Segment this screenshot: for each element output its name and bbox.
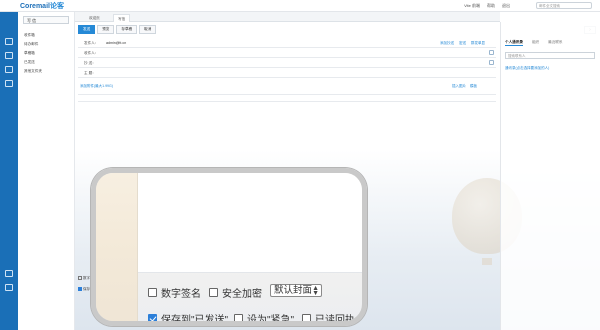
cancel-button[interactable]: 取消 — [139, 25, 157, 34]
compose-toolbar: 发送 预览 存草稿 取消 — [78, 25, 157, 34]
mail-icon[interactable] — [5, 38, 13, 45]
nav-item-sent[interactable]: 已发送 — [24, 60, 35, 65]
contacts-hint: 通讯录(点击选择要添加的人) — [505, 66, 550, 70]
save-to-sent-option[interactable]: 保存到"已发送" — [148, 311, 228, 321]
read-receipt-option[interactable]: 已读回执 — [302, 311, 355, 321]
magnified-options-callout: 数字签名 安全加密 默认封面 ▲ ▼ 保存到"已发送" 设为"紧急" 已读回执 — [91, 168, 367, 326]
cover-select[interactable]: 默认封面 ▲ ▼ — [270, 284, 322, 297]
top-bar: Coremail论客 Vite 前端 帮助 退出 邮件全文搜索 — [0, 0, 600, 12]
tab-strip: 欢迎页 写信 — [75, 12, 500, 22]
set-urgent-option[interactable]: 设为"紧急" — [234, 311, 294, 321]
add-cc-icon[interactable] — [489, 60, 494, 65]
subject-label: 主 题： — [84, 71, 96, 75]
from-label: 发件人： — [84, 41, 99, 45]
tab-compose[interactable]: 写信 — [113, 14, 131, 22]
cc-row: 抄 送： — [78, 58, 496, 68]
top-link-user[interactable]: Vite 前端 — [464, 3, 480, 9]
checkbox-icon[interactable] — [148, 288, 157, 297]
checkbox-icon — [78, 276, 82, 281]
checkbox-checked-icon[interactable] — [148, 314, 157, 321]
nav-item-other-folders[interactable]: 其他文件夹 — [24, 69, 42, 74]
from-value[interactable]: admin@tt.cn — [106, 41, 126, 45]
editor-toolbar — [78, 94, 496, 102]
tab-personal-contacts[interactable]: 个人通讯录 — [505, 40, 523, 46]
add-attachment-link[interactable]: 添加附件(最大1.99G) — [80, 84, 113, 89]
secure-encrypt-option[interactable]: 安全加密 — [209, 285, 262, 300]
balloon-basket-decoration — [482, 258, 492, 265]
subject-row: 主 题： — [78, 68, 496, 78]
apps-icon[interactable] — [5, 80, 13, 87]
magnified-sidebar — [96, 173, 138, 321]
write-button[interactable]: 写 信 — [23, 16, 69, 24]
top-link-logout[interactable]: 退出 — [502, 3, 510, 9]
preview-button[interactable]: 预览 — [97, 25, 115, 34]
tab-organization[interactable]: 组织 — [532, 40, 539, 46]
insert-image-link[interactable]: 插入图片 — [452, 84, 466, 89]
nav-item-inbox[interactable]: 收件箱 — [24, 33, 35, 38]
cc-label: 抄 送： — [84, 61, 96, 65]
add-recipient-icon[interactable] — [489, 50, 494, 55]
nav-panel: 写 信 收件箱 待办邮件 草稿箱 已发送 其他文件夹 — [18, 12, 75, 330]
send-button[interactable]: 发送 — [78, 25, 96, 34]
checkbox-checked-icon — [78, 287, 82, 292]
gear-icon[interactable] — [5, 284, 13, 291]
checkbox-icon[interactable] — [209, 288, 218, 297]
top-search-input[interactable]: 邮件全文搜索 — [536, 2, 592, 9]
small-option-save[interactable]: 保存 — [78, 287, 90, 292]
to-row: 收件人： — [78, 48, 496, 58]
tab-recent[interactable]: 最近联系 — [548, 40, 562, 46]
tab-welcome[interactable]: 欢迎页 — [85, 14, 104, 22]
settings-icon[interactable] — [5, 270, 13, 277]
contacts-search-input[interactable]: 搜索联系人 — [505, 52, 595, 59]
checkbox-icon[interactable] — [234, 314, 243, 321]
small-option-signature[interactable]: 数字 — [78, 276, 90, 281]
template-link[interactable]: 模板 — [470, 84, 477, 89]
save-draft-button[interactable]: 存草稿 — [116, 25, 138, 34]
from-row: 发件人： admin@tt.cn — [78, 38, 496, 48]
nav-item-todo[interactable]: 待办邮件 — [24, 42, 38, 47]
calendar-icon[interactable] — [5, 66, 13, 73]
contacts-panel: 个人通讯录 组织 最近联系 搜索联系人 通讯录(点击选择要添加的人) — [500, 22, 600, 330]
magnified-editor-area — [138, 173, 362, 273]
checkbox-icon[interactable] — [302, 314, 311, 321]
digital-signature-option[interactable]: 数字签名 — [148, 285, 201, 300]
top-link-help[interactable]: 帮助 — [487, 3, 495, 9]
left-rail — [0, 0, 18, 330]
top-links: Vite 前端 帮助 退出 — [464, 3, 510, 9]
to-label: 收件人： — [84, 51, 99, 55]
select-arrows-icon: ▲ ▼ — [312, 285, 319, 297]
contacts-icon[interactable] — [5, 52, 13, 59]
nav-item-drafts[interactable]: 草稿箱 — [24, 51, 35, 56]
logo: Coremail论客 — [20, 3, 64, 10]
editor-right-links: 插入图片 模板 — [452, 84, 477, 89]
contacts-tabs: 个人通讯录 组织 最近联系 — [505, 40, 563, 46]
